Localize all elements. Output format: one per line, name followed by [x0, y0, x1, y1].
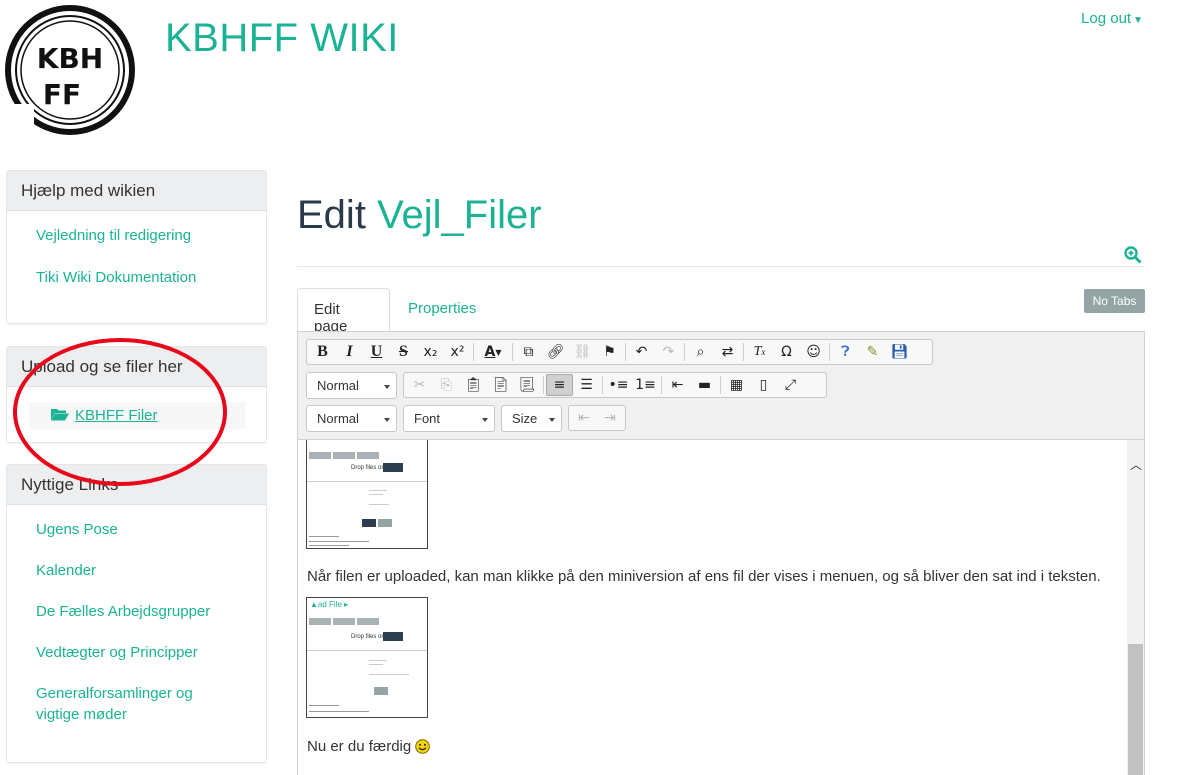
thumb-drop-text: Drop files or	[351, 465, 384, 471]
align-center-icon[interactable]: ☰	[573, 374, 600, 396]
page-title: Edit Vejl_Filer	[297, 193, 542, 238]
links-panel: Nyttige Links Ugens Pose Kalender De Fæl…	[6, 464, 267, 763]
horizontal-rule-icon[interactable]: ▬	[691, 374, 718, 396]
cut-icon[interactable]: ✂	[406, 374, 433, 396]
outdent-icon[interactable]: ⇤	[664, 374, 691, 396]
link-tiki-docs[interactable]: Tiki Wiki Dokumentation	[7, 267, 266, 288]
paste-icon[interactable]: 📋︎	[460, 374, 487, 396]
italic-button[interactable]: I	[336, 341, 363, 363]
chevron-down-icon	[384, 418, 390, 422]
special-char-icon[interactable]: Ω	[773, 341, 800, 363]
subscript-button[interactable]: x₂	[417, 341, 444, 363]
editor-toolbar: B I U S x₂ x² A ▼ ⧉ 🔗︎ ⛓︎ ⚑ ↶ ↷ ⌕ ⇄ Tx Ω …	[298, 332, 1144, 440]
site-title[interactable]: KBHFF WIKI	[165, 16, 399, 61]
page-title-prefix: Edit	[297, 193, 366, 237]
remove-format-icon[interactable]: Tx	[746, 341, 773, 363]
site-logo[interactable]: KBH FF	[4, 4, 136, 136]
toolbar-row-3: ⇤ ⇥	[568, 405, 626, 431]
increase-indent-icon[interactable]: ⇥	[597, 407, 623, 429]
title-divider	[297, 266, 1144, 267]
upload-panel-title: Upload og se filer her	[7, 347, 266, 387]
save-icon[interactable]: 💾︎	[886, 341, 913, 363]
scroll-up-icon[interactable]: ︿	[1130, 456, 1142, 473]
unlink-icon[interactable]: ⛓︎	[569, 341, 596, 363]
font-select-value: Font	[414, 411, 441, 426]
kbhff-files-label: KBHFF Filer	[75, 407, 158, 424]
undo-icon[interactable]: ↶	[628, 341, 655, 363]
logo-text-line1: KBH	[37, 42, 103, 75]
logo-text-line2: FF	[43, 78, 81, 111]
kbhff-files-link[interactable]: KBHFF Filer	[29, 402, 246, 429]
screenshot-thumbnail-1[interactable]: Drop files or	[306, 440, 428, 549]
link-generalforsamlinger-line2: vigtige møder	[36, 706, 127, 723]
links-panel-title: Nyttige Links	[7, 465, 266, 505]
style-select-value: Normal	[317, 411, 359, 426]
strikethrough-button[interactable]: S	[390, 341, 417, 363]
superscript-button[interactable]: x²	[444, 341, 471, 363]
no-tabs-button[interactable]: No Tabs	[1084, 289, 1145, 313]
caret-down-icon: ▼	[1133, 15, 1143, 26]
editor-content[interactable]: Drop files or Når filen er uploaded, kan…	[298, 440, 1127, 775]
page-name[interactable]: Vejl_Filer	[377, 193, 542, 237]
editor-scrollbar[interactable]: ︿	[1127, 440, 1144, 775]
link-kalender[interactable]: Kalender	[7, 560, 266, 581]
underline-button[interactable]: U	[363, 341, 390, 363]
logout-label: Log out	[1081, 10, 1132, 27]
upload-panel: Upload og se filer her KBHFF Filer	[6, 346, 267, 443]
size-select-value: Size	[512, 411, 538, 426]
chevron-down-icon	[549, 418, 555, 422]
align-left-icon[interactable]: ≡	[546, 374, 573, 396]
smiley-face-icon	[415, 739, 431, 754]
thumb-drop-text-2: Drop files or	[351, 634, 384, 640]
find-icon[interactable]: ⌕	[687, 341, 714, 363]
link-vejledning[interactable]: Vejledning til redigering	[7, 225, 266, 246]
help-panel: Hjælp med wikien Vejledning til redigeri…	[6, 170, 267, 324]
wiki-plugin-icon[interactable]: ✎	[859, 341, 886, 363]
font-select[interactable]: Font	[403, 405, 495, 432]
copy-format-icon[interactable]: ⧉	[515, 341, 542, 363]
help-panel-title: Hjælp med wikien	[7, 171, 266, 211]
zoom-in-icon[interactable]	[1124, 246, 1142, 264]
paragraph-2: Nu er du færdig	[307, 738, 431, 755]
bullet-list-icon[interactable]: •≡	[605, 374, 632, 396]
page-break-icon[interactable]: ▯	[750, 374, 777, 396]
redo-icon[interactable]: ↷	[655, 341, 682, 363]
logout-dropdown[interactable]: Log out ▼	[1081, 10, 1143, 27]
maximize-icon[interactable]: ⤢	[777, 374, 804, 396]
replace-icon[interactable]: ⇄	[714, 341, 741, 363]
text-color-button[interactable]: A ▼	[476, 341, 510, 363]
paragraph-2-text: Nu er du færdig	[307, 738, 412, 755]
tab-edit-page[interactable]: Edit page	[297, 288, 390, 335]
link-ugens-pose[interactable]: Ugens Pose	[7, 519, 266, 540]
anchor-flag-icon[interactable]: ⚑	[596, 341, 623, 363]
table-icon[interactable]: ▦	[723, 374, 750, 396]
screenshot-thumbnail-2[interactable]: ▲ad File ▸ Drop files or	[306, 597, 428, 718]
help-icon[interactable]: ❓︎	[832, 341, 859, 363]
tab-properties[interactable]: Properties	[392, 288, 492, 332]
paste-text-icon[interactable]: 📄︎	[487, 374, 514, 396]
chevron-down-icon	[384, 385, 390, 389]
link-icon[interactable]: 🔗︎	[542, 341, 569, 363]
format-select-value: Normal	[317, 378, 359, 393]
paragraph-1: Når filen er uploaded, kan man klikke på…	[307, 568, 1101, 585]
paste-word-icon[interactable]: 📃︎	[514, 374, 541, 396]
size-select[interactable]: Size	[501, 405, 562, 432]
wysiwyg-editor: B I U S x₂ x² A ▼ ⧉ 🔗︎ ⛓︎ ⚑ ↶ ↷ ⌕ ⇄ Tx Ω …	[297, 331, 1145, 775]
scrollbar-thumb[interactable]	[1128, 644, 1143, 775]
folder-open-icon	[51, 409, 69, 421]
toolbar-row-1: B I U S x₂ x² A ▼ ⧉ 🔗︎ ⛓︎ ⚑ ↶ ↷ ⌕ ⇄ Tx Ω …	[306, 339, 933, 365]
link-generalforsamlinger-line1: Generalforsamlinger og	[36, 685, 193, 702]
numbered-list-icon[interactable]: 1≡	[632, 374, 659, 396]
link-vedtaegter[interactable]: Vedtægter og Principper	[7, 642, 266, 663]
copy-icon[interactable]: ⎘	[433, 374, 460, 396]
smiley-icon[interactable]: ☺	[800, 341, 827, 363]
link-arbejdsgrupper[interactable]: De Fælles Arbejdsgrupper	[7, 601, 266, 622]
bold-button[interactable]: B	[309, 341, 336, 363]
decrease-indent-icon[interactable]: ⇤	[571, 407, 597, 429]
format-select[interactable]: Normal	[306, 372, 397, 399]
link-generalforsamlinger[interactable]: Generalforsamlinger og vigtige møder	[7, 683, 266, 725]
style-select[interactable]: Normal	[306, 405, 397, 432]
toolbar-row-2: ✂ ⎘ 📋︎ 📄︎ 📃︎ ≡ ☰ •≡ 1≡ ⇤ ▬ ▦ ▯ ⤢	[403, 372, 827, 398]
chevron-down-icon	[482, 418, 488, 422]
